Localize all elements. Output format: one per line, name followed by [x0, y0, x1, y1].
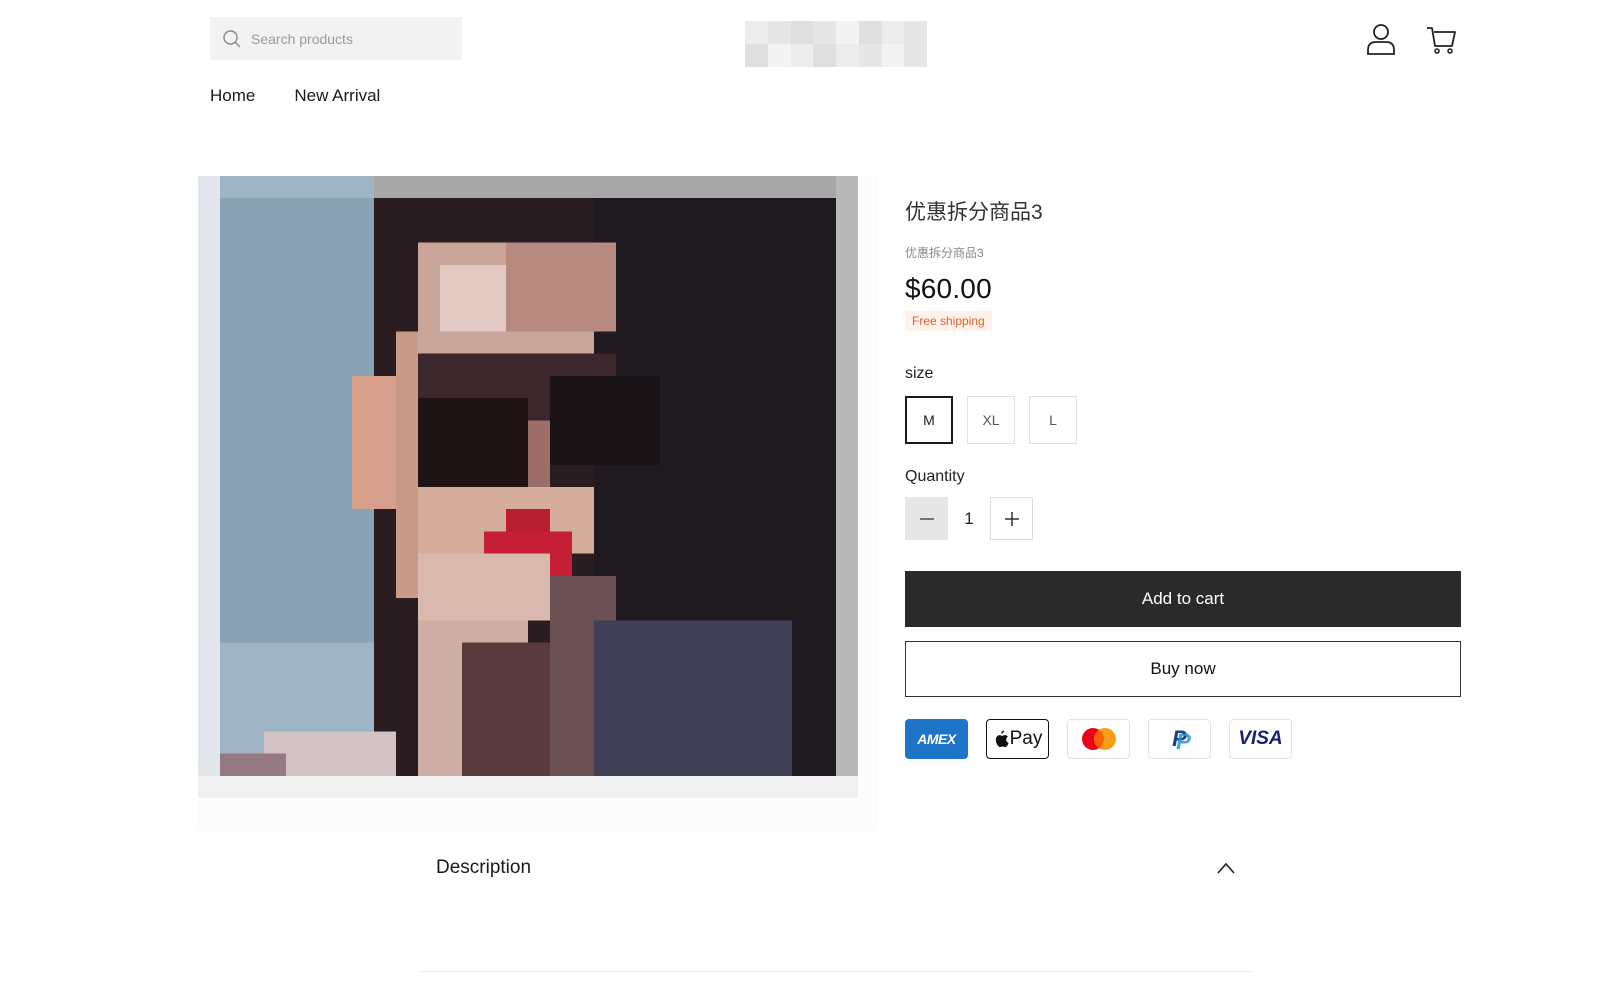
add-to-cart-button[interactable]: Add to cart [905, 571, 1461, 627]
main-nav: Home New Arrival [210, 86, 380, 106]
nav-new-arrival[interactable]: New Arrival [294, 86, 380, 106]
description-section: Description [420, 850, 1252, 972]
size-options: M XL L [905, 396, 1461, 444]
size-option-l[interactable]: L [1029, 396, 1077, 444]
mastercard-icon [1067, 719, 1130, 759]
increase-quantity-button[interactable] [990, 497, 1033, 540]
chevron-up-icon [1217, 862, 1235, 874]
product-image[interactable] [198, 176, 858, 798]
product-info: 优惠拆分商品3 优惠拆分商品3 $60.00 Free shipping siz… [905, 196, 1461, 759]
amex-icon: AMEX [905, 719, 968, 759]
minus-icon [919, 517, 934, 520]
search-box[interactable] [210, 17, 462, 60]
visa-icon: VISA [1229, 719, 1292, 759]
search-input[interactable] [251, 30, 451, 47]
description-toggle[interactable]: Description [420, 850, 1252, 886]
store-logo[interactable] [745, 21, 927, 67]
nav-home[interactable]: Home [210, 86, 255, 106]
quantity-value[interactable]: 1 [948, 509, 990, 529]
search-icon [223, 29, 241, 47]
description-title: Description [436, 857, 532, 878]
size-option-xl[interactable]: XL [967, 396, 1015, 444]
payment-methods: AMEX Pay PP VISA [905, 719, 1461, 759]
plus-icon [1004, 511, 1019, 526]
quantity-label: Quantity [905, 468, 965, 485]
product-title: 优惠拆分商品3 [905, 201, 1043, 224]
size-label: size [905, 365, 934, 382]
product-price: $60.00 [905, 273, 992, 304]
free-shipping-badge: Free shipping [905, 311, 992, 331]
apple-pay-icon: Pay [986, 719, 1049, 759]
account-icon[interactable] [1365, 22, 1397, 56]
decrease-quantity-button[interactable] [905, 497, 948, 540]
buy-now-button[interactable]: Buy now [905, 641, 1461, 697]
cart-icon[interactable] [1425, 22, 1457, 56]
product-subtitle: 优惠拆分商品3 [905, 246, 984, 260]
quantity-stepper: 1 [905, 497, 1461, 540]
paypal-icon: PP [1148, 719, 1211, 759]
size-option-m[interactable]: M [905, 396, 953, 444]
